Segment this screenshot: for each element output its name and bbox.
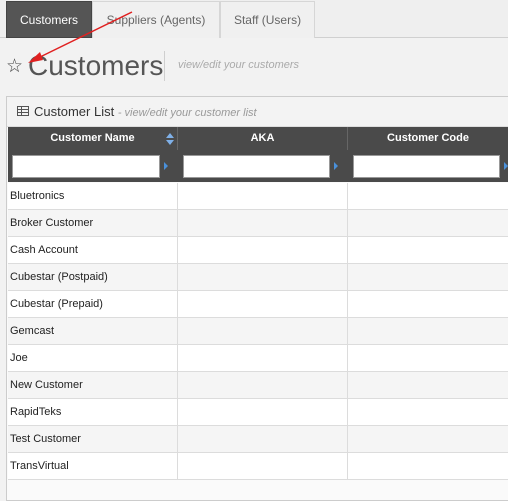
table-row[interactable]: Cubestar (Prepaid): [8, 291, 508, 318]
filter-marker-icon: [504, 162, 508, 170]
widget-title: Customer List - view/edit your customer …: [34, 104, 257, 119]
filter-marker-icon: [164, 162, 168, 170]
title-divider: [164, 51, 165, 81]
table-row[interactable]: Joe: [8, 345, 508, 372]
sort-arrows-icon[interactable]: [166, 133, 174, 145]
cell-customer-name: Cubestar (Prepaid): [8, 291, 178, 318]
cell-aka: [178, 372, 348, 399]
cell-customer-name: TransVirtual: [8, 453, 178, 480]
table-row[interactable]: Bluetronics: [8, 183, 508, 210]
page-subtitle: view/edit your customers: [178, 59, 300, 71]
cell-customer-name: Cash Account: [8, 237, 178, 264]
cell-aka: [178, 210, 348, 237]
cell-customer-name: Bluetronics: [8, 183, 178, 210]
table-row[interactable]: Gemcast: [8, 318, 508, 345]
cell-customer-code: [348, 426, 508, 453]
cell-aka: [178, 426, 348, 453]
table-row[interactable]: RapidTeks: [8, 399, 508, 426]
column-header-customer-name[interactable]: Customer Name: [8, 127, 178, 150]
cell-aka: [178, 264, 348, 291]
column-label: Customer Name: [50, 132, 135, 144]
table-row[interactable]: Cash Account: [8, 237, 508, 264]
filter-aka-input[interactable]: [183, 155, 330, 178]
column-header-customer-code[interactable]: Customer Code: [348, 127, 508, 150]
cell-aka: [178, 399, 348, 426]
cell-customer-code: [348, 453, 508, 480]
cell-customer-name: Test Customer: [8, 426, 178, 453]
table-body: Bluetronics Broker Customer Cash Account Cu…: [8, 183, 508, 480]
cell-customer-code: [348, 399, 508, 426]
cell-customer-name: Joe: [8, 345, 178, 372]
cell-customer-code: [348, 210, 508, 237]
cell-customer-code: [348, 318, 508, 345]
cell-customer-name: RapidTeks: [8, 399, 178, 426]
cell-customer-code: [348, 372, 508, 399]
cell-customer-code: [348, 183, 508, 210]
widget-header: Customer List - view/edit your customer …: [7, 97, 508, 127]
cell-customer-name: New Customer: [8, 372, 178, 399]
cell-aka: [178, 183, 348, 210]
column-label: Customer Code: [387, 132, 469, 144]
cell-aka: [178, 291, 348, 318]
table-row[interactable]: New Customer: [8, 372, 508, 399]
cell-aka: [178, 453, 348, 480]
cell-customer-code: [348, 264, 508, 291]
cell-customer-code: [348, 345, 508, 372]
cell-customer-code: [348, 237, 508, 264]
cell-customer-name: Gemcast: [8, 318, 178, 345]
filter-marker-icon: [334, 162, 338, 170]
table-row[interactable]: Broker Customer: [8, 210, 508, 237]
tab-staff-users[interactable]: Staff (Users): [220, 1, 315, 38]
widget-title-text: Customer List: [34, 104, 115, 119]
table-grid-icon: [17, 106, 29, 116]
tab-bar: Customers Suppliers (Agents) Staff (User…: [0, 0, 508, 38]
cell-customer-name: Broker Customer: [8, 210, 178, 237]
cell-aka: [178, 237, 348, 264]
tab-customers[interactable]: Customers: [6, 1, 92, 38]
filter-customer-name-input[interactable]: [12, 155, 160, 178]
tab-suppliers-agents[interactable]: Suppliers (Agents): [92, 1, 220, 38]
filter-row: [8, 150, 508, 182]
cell-customer-code: [348, 291, 508, 318]
column-label: AKA: [250, 132, 275, 144]
table-row[interactable]: TransVirtual: [8, 453, 508, 480]
table-row[interactable]: Cubestar (Postpaid): [8, 264, 508, 291]
column-header-aka[interactable]: AKA: [178, 127, 348, 150]
table-row[interactable]: Test Customer: [8, 426, 508, 453]
widget-subtitle: - view/edit your customer list: [117, 107, 257, 119]
star-outline-icon[interactable]: ☆: [6, 56, 23, 78]
cell-aka: [178, 345, 348, 372]
cell-customer-name: Cubestar (Postpaid): [8, 264, 178, 291]
page-title: Customers: [28, 50, 164, 81]
table-header: Customer Name AKA Customer Code: [8, 127, 508, 150]
cell-aka: [178, 318, 348, 345]
filter-customer-code-input[interactable]: [353, 155, 500, 178]
